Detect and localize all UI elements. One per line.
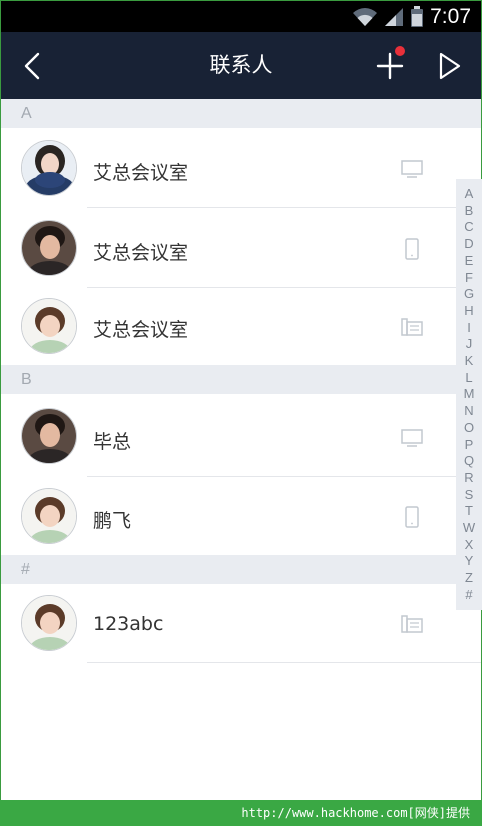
index-letter[interactable]: B bbox=[465, 203, 474, 218]
index-letter[interactable]: F bbox=[465, 270, 473, 285]
notification-dot bbox=[395, 46, 405, 56]
section-header-hash: # bbox=[1, 555, 481, 584]
avatar bbox=[21, 488, 77, 544]
index-letter[interactable]: H bbox=[464, 303, 473, 318]
status-bar: 7:07 bbox=[1, 1, 481, 32]
contact-name: 艾总会议室 bbox=[93, 319, 189, 341]
play-icon bbox=[439, 52, 461, 79]
contact-name: 毕总 bbox=[93, 431, 132, 453]
avatar bbox=[21, 220, 77, 276]
index-letter[interactable]: W bbox=[463, 521, 475, 535]
contact-name: 艾总会议室 bbox=[93, 242, 189, 264]
index-letter[interactable]: K bbox=[465, 354, 474, 368]
send-button[interactable] bbox=[425, 32, 475, 99]
index-letter[interactable]: P bbox=[465, 437, 474, 452]
index-letter[interactable]: A bbox=[465, 187, 474, 201]
index-letter[interactable]: D bbox=[464, 237, 473, 251]
contact-list: A 艾总会议室 艾总会议室 艾总会议室 B 毕总 鹏飞 # 123abc bbox=[1, 99, 481, 800]
index-letter[interactable]: I bbox=[467, 320, 471, 335]
index-letter[interactable]: E bbox=[465, 253, 474, 268]
index-letter[interactable]: N bbox=[464, 404, 473, 418]
phone-icon bbox=[399, 237, 425, 261]
wifi-icon bbox=[353, 8, 378, 26]
index-letter[interactable]: Q bbox=[464, 454, 474, 468]
status-time: 7:07 bbox=[430, 5, 471, 28]
index-letter[interactable]: O bbox=[464, 420, 474, 435]
alphabet-index[interactable]: A B C D E F G H I J K L M N O P Q R S T … bbox=[456, 179, 482, 610]
index-letter[interactable]: Y bbox=[465, 554, 474, 568]
section-header-a: A bbox=[1, 99, 481, 128]
desktop-icon bbox=[399, 426, 425, 450]
avatar bbox=[21, 408, 77, 464]
index-letter[interactable]: R bbox=[464, 470, 473, 485]
signal-icon bbox=[385, 8, 404, 26]
avatar bbox=[21, 140, 77, 196]
contact-row[interactable]: 艾总会议室 bbox=[1, 288, 481, 365]
landline-icon bbox=[399, 315, 425, 339]
avatar bbox=[21, 595, 77, 651]
add-contact-button[interactable] bbox=[365, 32, 415, 99]
contact-name: 123abc bbox=[93, 613, 164, 635]
contact-name: 鹏飞 bbox=[93, 510, 132, 532]
contact-row[interactable]: 123abc bbox=[1, 584, 481, 663]
index-letter[interactable]: L bbox=[465, 370, 472, 385]
section-header-b: B bbox=[1, 365, 481, 394]
row-divider bbox=[87, 662, 481, 663]
chevron-left-icon bbox=[24, 52, 40, 79]
contact-name: 艾总会议室 bbox=[93, 162, 189, 184]
index-letter[interactable]: C bbox=[464, 220, 473, 234]
index-letter[interactable]: S bbox=[465, 487, 474, 502]
index-letter[interactable]: G bbox=[464, 287, 474, 301]
landline-icon bbox=[399, 612, 425, 636]
contact-row[interactable]: 鹏飞 bbox=[1, 477, 481, 555]
index-letter[interactable]: Z bbox=[465, 571, 473, 585]
avatar bbox=[21, 298, 77, 354]
index-letter[interactable]: T bbox=[465, 504, 473, 518]
contact-row[interactable]: 毕总 bbox=[1, 394, 481, 477]
index-letter[interactable]: X bbox=[465, 537, 474, 552]
index-letter[interactable]: M bbox=[464, 387, 475, 401]
desktop-icon bbox=[399, 157, 425, 181]
index-letter[interactable]: # bbox=[465, 587, 472, 602]
watermark-banner: http://www.hackhome.com[网侠]提供 bbox=[0, 800, 482, 826]
index-letter[interactable]: J bbox=[466, 337, 473, 351]
phone-icon bbox=[399, 505, 425, 529]
contact-row[interactable]: 艾总会议室 bbox=[1, 208, 481, 288]
battery-icon bbox=[411, 6, 424, 27]
nav-bar: 联系人 bbox=[1, 32, 481, 99]
back-button[interactable] bbox=[7, 32, 57, 99]
contact-row[interactable]: 艾总会议室 bbox=[1, 128, 481, 208]
